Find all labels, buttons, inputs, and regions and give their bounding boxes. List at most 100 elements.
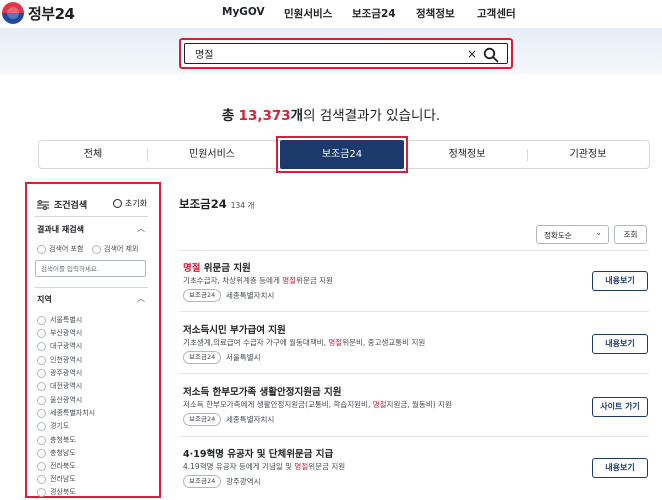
section-region-title: 지역	[37, 295, 52, 304]
radio-icon	[37, 395, 46, 405]
region-label: 전라북도	[50, 462, 76, 470]
radio-include[interactable]: 검색어 포함	[37, 244, 83, 254]
item-desc: 4.19혁명 유공자 등에게 기념일 및 명절위문금 지원	[183, 461, 345, 472]
region-option[interactable]: 광주광역시	[37, 368, 82, 378]
region-label: 인천광역시	[50, 356, 83, 364]
region-label: 경상북도	[50, 488, 76, 496]
active-tab-highlight: 보조금24	[276, 136, 408, 173]
radio-icon	[37, 421, 46, 431]
desc-text: 저소득 한부모가족에게 생활안정지원금(교통비, 학습지원비,	[183, 400, 373, 409]
tab-agency-info[interactable]: 기관정보	[527, 141, 649, 168]
radio-include-label: 검색어 포함	[49, 245, 84, 253]
search-input[interactable]	[195, 48, 455, 59]
result-count: 13,373	[238, 108, 291, 124]
chevron-down-icon: ⌄	[595, 228, 602, 237]
nav-customer-center[interactable]: 고객센터	[477, 6, 516, 21]
item-org: 서울특별시	[226, 353, 261, 362]
radio-icon	[37, 244, 46, 254]
research-input[interactable]	[35, 260, 146, 277]
region-option[interactable]: 전라북도	[37, 461, 76, 471]
nav-policy-info[interactable]: 정책정보	[416, 6, 455, 21]
tab-civil-service[interactable]: 민원서비스	[147, 141, 277, 168]
header: 정부24 MyGOV 민원서비스 보조금24 정책정보 고객센터	[0, 0, 662, 28]
result-prefix: 총	[221, 108, 235, 124]
region-option[interactable]: 울산광역시	[37, 395, 82, 405]
radio-icon	[37, 448, 46, 458]
region-label: 광주광역시	[50, 369, 83, 377]
desc-text: 위문비, 중고생교통비 지원	[342, 338, 426, 347]
region-option[interactable]: 경기도	[37, 421, 69, 431]
nav-civil-service[interactable]: 민원서비스	[284, 6, 332, 21]
reset-button[interactable]: 초기화	[113, 198, 147, 209]
desc-text: 위문금 지원	[296, 276, 333, 285]
region-label: 경기도	[50, 422, 70, 430]
item-tag: 보조금24	[183, 351, 222, 364]
nav-mygov[interactable]: MyGOV	[222, 6, 265, 18]
section-research-title: 결과내 재검색	[37, 225, 84, 234]
region-option[interactable]: 서울특별시	[37, 315, 82, 325]
list-item: 명절 위문금 지원 기초수급자, 차상위계층 등에게 명절위문금 지원 보조금2…	[179, 260, 649, 304]
radio-icon	[37, 408, 46, 418]
list-divider	[179, 373, 649, 374]
item-tag: 보조금24	[183, 413, 222, 426]
desc-text: 기초수급자, 차상위계층 등에게	[183, 276, 283, 285]
region-option[interactable]: 충청남도	[37, 448, 76, 458]
filter-sliders-icon	[37, 199, 49, 210]
region-option[interactable]: 부산광역시	[37, 328, 82, 338]
search-box-highlight: ×	[179, 38, 513, 69]
region-option[interactable]: 대전광역시	[37, 381, 82, 391]
item-title[interactable]: 저소득시민 부가급여 지원	[183, 322, 286, 336]
radio-icon	[37, 487, 46, 497]
radio-icon	[37, 461, 46, 471]
visit-site-button[interactable]: 사이트 가기	[592, 397, 648, 417]
list-divider	[179, 311, 649, 312]
desc-text: 기초생계,의료급여 수급자 가구에 월동대책비,	[183, 338, 329, 347]
radio-exclude-label: 검색어 제외	[104, 245, 139, 253]
item-title[interactable]: 4·19혁명 유공자 및 단체위문금 지급	[183, 446, 333, 460]
radio-icon	[92, 244, 101, 254]
title-highlight: 명절	[183, 263, 201, 274]
list-title-label: 보조금24	[179, 197, 227, 211]
desc-text: 위문금 지원	[308, 462, 346, 471]
nav-subsidy24[interactable]: 보조금24	[352, 6, 396, 21]
item-title[interactable]: 저소득 한부모가족 생활안정지원금 지원	[183, 384, 342, 398]
title-text: 위문금 지원	[200, 263, 251, 274]
radio-icon	[37, 341, 46, 351]
result-summary: 총 13,373개의 검색결과가 있습니다.	[0, 104, 662, 124]
item-title[interactable]: 명절 위문금 지원	[183, 260, 251, 274]
view-detail-button[interactable]: 내용보기	[592, 271, 648, 291]
sort-select[interactable]: 정확도순 ⌄	[536, 225, 609, 244]
region-option[interactable]: 대구광역시	[37, 341, 82, 351]
region-label: 울산광역시	[50, 396, 83, 404]
region-option[interactable]: 세종특별자치시	[37, 408, 95, 418]
item-tag: 보조금24	[183, 289, 222, 302]
search-icon[interactable]	[483, 47, 499, 63]
main-nav: MyGOV 민원서비스 보조금24 정책정보 고객센터	[0, 6, 662, 22]
tab-all[interactable]: 전체	[39, 141, 147, 168]
radio-icon	[37, 435, 46, 445]
list-item: 저소득시민 부가급여 지원 기초생계,의료급여 수급자 가구에 월동대책비, 명…	[179, 322, 649, 366]
clear-icon[interactable]: ×	[467, 47, 477, 61]
reset-label: 초기화	[125, 199, 148, 208]
desc-highlight: 명절	[328, 338, 343, 347]
region-option[interactable]: 경상북도	[37, 487, 76, 497]
tab-subsidy24[interactable]: 보조금24	[280, 140, 404, 169]
view-detail-button[interactable]: 내용보기	[592, 334, 648, 354]
chevron-up-icon[interactable]: ︿	[137, 293, 145, 304]
region-option[interactable]: 전라남도	[37, 474, 76, 484]
query-button[interactable]: 조회	[614, 225, 647, 244]
view-detail-button[interactable]: 내용보기	[592, 458, 648, 478]
region-option[interactable]: 충청북도	[37, 435, 76, 445]
desc-text: 4.19혁명 유공자 등에게 기념일 및	[183, 462, 295, 471]
region-option[interactable]: 인천광역시	[37, 355, 82, 365]
filter-title: 조건검색	[37, 198, 87, 211]
item-tag: 보조금24	[183, 475, 222, 488]
chevron-up-icon[interactable]: ︿	[137, 223, 145, 234]
region-label: 충청남도	[50, 449, 76, 457]
region-label: 대전광역시	[50, 382, 83, 390]
list-divider	[179, 436, 649, 437]
tab-policy-info[interactable]: 정책정보	[407, 141, 527, 168]
radio-exclude[interactable]: 검색어 제외	[92, 244, 138, 254]
list-item: 저소득 한부모가족 생활안정지원금 지원 저소득 한부모가족에게 생활안정지원금…	[179, 384, 649, 428]
item-org: 세종특별자치시	[226, 291, 275, 300]
